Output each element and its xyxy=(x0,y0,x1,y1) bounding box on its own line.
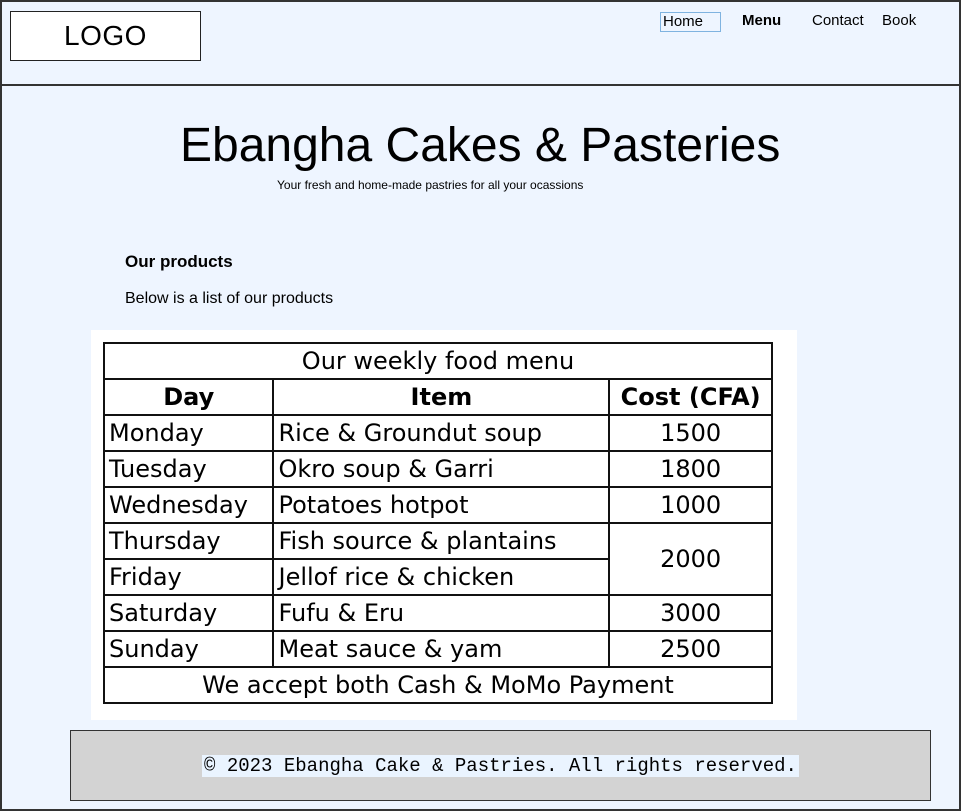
page-title: Ebangha Cakes & Pasteries xyxy=(180,119,781,172)
table-row: Tuesday Okro soup & Garri 1800 xyxy=(102,450,773,488)
cell-item: Fish source & plantains xyxy=(272,522,611,560)
col-header-item: Item xyxy=(272,378,611,416)
col-header-day: Day xyxy=(102,378,275,416)
header-divider xyxy=(0,84,961,86)
nav-menu-link[interactable]: Menu xyxy=(742,12,781,30)
cell-day: Friday xyxy=(102,558,275,596)
cell-day: Monday xyxy=(102,414,275,452)
logo[interactable]: LOGO xyxy=(10,11,201,61)
cell-cost: 3000 xyxy=(608,594,773,632)
table-row: Thursday Fish source & plantains 2000 xyxy=(102,522,773,596)
cell-cost: 1500 xyxy=(608,414,773,452)
cell-cost: 1000 xyxy=(608,486,773,524)
table-row: Sunday Meat sauce & yam 2500 xyxy=(102,630,773,668)
cell-item: Rice & Groundut soup xyxy=(272,414,611,452)
cell-cost: 1800 xyxy=(608,450,773,488)
page-footer: © 2023 Ebangha Cake & Pastries. All righ… xyxy=(70,730,931,801)
products-heading: Our products xyxy=(125,252,233,271)
cell-item: Fufu & Eru xyxy=(272,594,611,632)
menu-title: Our weekly food menu xyxy=(103,342,773,380)
nav-home-link[interactable]: Home xyxy=(660,12,721,32)
cell-day: Wednesday xyxy=(102,486,275,524)
page-tagline: Your fresh and home-made pastries for al… xyxy=(277,178,584,192)
cell-day: Saturday xyxy=(102,594,275,632)
cell-item: Okro soup & Garri xyxy=(272,450,611,488)
payment-note: We accept both Cash & MoMo Payment xyxy=(103,666,773,704)
cell-day: Sunday xyxy=(102,630,275,668)
weekly-menu-table: Our weekly food menu Day Item Cost (CFA)… xyxy=(102,342,773,704)
cell-cost: 2500 xyxy=(608,630,773,668)
table-row: Saturday Fufu & Eru 3000 xyxy=(102,594,773,632)
nav-book-link[interactable]: Book xyxy=(882,12,916,30)
cell-day: Tuesday xyxy=(102,450,275,488)
cell-item: Meat sauce & yam xyxy=(272,630,611,668)
cell-day: Thursday xyxy=(102,522,275,560)
weekly-menu-image: Our weekly food menu Day Item Cost (CFA)… xyxy=(91,330,797,720)
cell-item: Jellof rice & chicken xyxy=(272,558,611,596)
copyright-text: © 2023 Ebangha Cake & Pastries. All righ… xyxy=(202,754,799,777)
table-row: Wednesday Potatoes hotpot 1000 xyxy=(102,486,773,524)
cell-item: Potatoes hotpot xyxy=(272,486,611,524)
table-row: Monday Rice & Groundut soup 1500 xyxy=(102,414,773,452)
menu-header-row: Day Item Cost (CFA) xyxy=(102,378,773,416)
cell-cost: 2000 xyxy=(608,522,773,596)
nav-contact-link[interactable]: Contact xyxy=(812,12,864,30)
products-intro: Below is a list of our products xyxy=(125,290,334,307)
menu-title-row: Our weekly food menu xyxy=(103,342,773,380)
menu-footer-row: We accept both Cash & MoMo Payment xyxy=(103,666,773,704)
col-header-cost: Cost (CFA) xyxy=(608,378,773,416)
